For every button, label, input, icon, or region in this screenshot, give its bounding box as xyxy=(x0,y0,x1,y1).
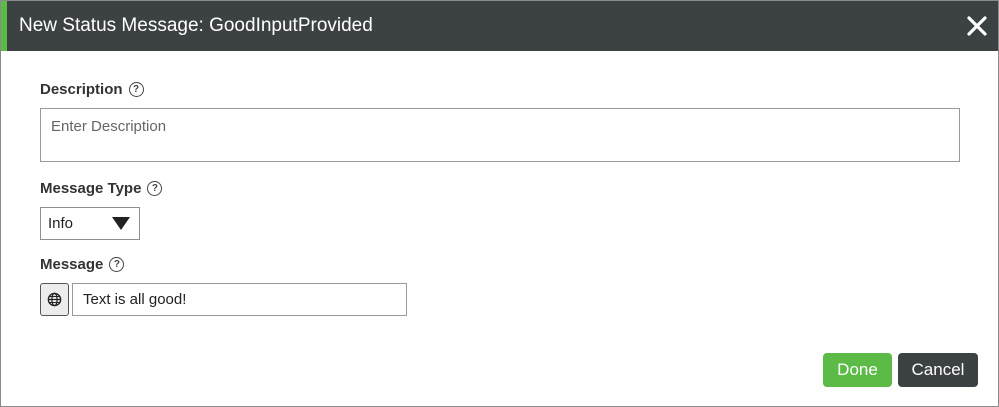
message-type-label: Message Type xyxy=(40,180,142,197)
done-button[interactable]: Done xyxy=(823,353,892,387)
description-label: Description xyxy=(40,81,123,98)
dropdown-arrow-icon xyxy=(112,217,130,230)
status-message-dialog: New Status Message: GoodInputProvided De… xyxy=(0,0,999,407)
cancel-button[interactable]: Cancel xyxy=(898,353,978,387)
question-circle-icon[interactable]: ? xyxy=(109,257,125,272)
header-accent-bar xyxy=(1,1,7,51)
message-label-row: Message ? xyxy=(40,256,125,273)
description-label-row: Description ? xyxy=(40,81,144,98)
message-type-label-row: Message Type ? xyxy=(40,180,163,197)
language-button[interactable] xyxy=(40,283,69,316)
message-type-value: Info xyxy=(48,215,74,232)
dialog-header: New Status Message: GoodInputProvided xyxy=(1,1,998,51)
message-input[interactable] xyxy=(72,283,407,316)
message-type-select[interactable]: Info xyxy=(40,207,140,240)
close-icon[interactable] xyxy=(966,15,988,37)
question-circle-icon[interactable]: ? xyxy=(147,181,163,196)
globe-icon xyxy=(47,292,62,307)
description-input[interactable] xyxy=(40,108,960,162)
dialog-title: New Status Message: GoodInputProvided xyxy=(19,15,373,36)
question-circle-icon[interactable]: ? xyxy=(128,82,144,97)
message-label: Message xyxy=(40,256,104,273)
